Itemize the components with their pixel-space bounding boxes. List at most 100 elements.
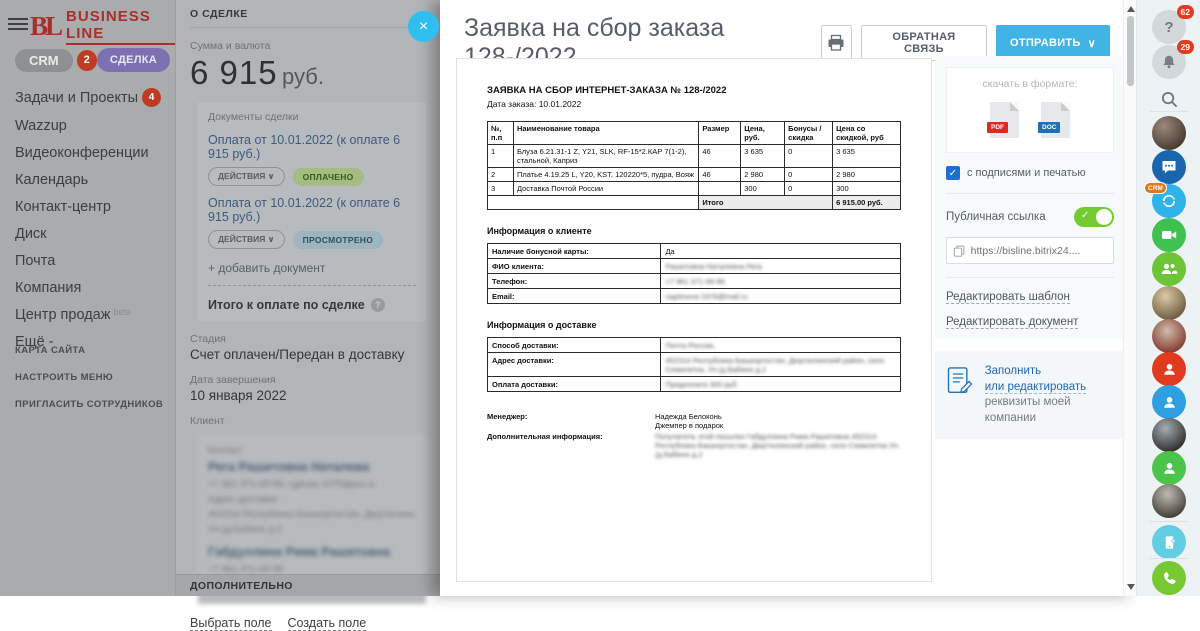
printer-icon (826, 33, 846, 53)
total-value: 6 915.00 руб. (833, 196, 901, 210)
manager-note: Джемпер в подарок (655, 421, 901, 430)
help-tooltip-icon[interactable]: ? (371, 298, 385, 312)
mobile-app-button[interactable] (1152, 525, 1186, 559)
edit-template-link[interactable]: Редактировать шаблон (946, 291, 1114, 303)
close-icon[interactable]: × (408, 11, 439, 42)
additional-section-header[interactable]: ДОПОЛНИТЕЛЬНО (176, 574, 440, 596)
chat-bubble-icon (1160, 158, 1178, 176)
checkbox-checked-icon[interactable]: ✓ (946, 166, 960, 180)
manager-name: Надежда Белоконь (655, 412, 901, 421)
chat-avatar[interactable] (1152, 116, 1186, 150)
sidebar-item-mail[interactable]: Почта (15, 253, 161, 269)
delivery-info-title: Информация о доставке (487, 320, 901, 330)
copy-icon[interactable] (953, 244, 966, 258)
scroll-up-arrow[interactable] (1127, 6, 1135, 12)
public-link-toggle[interactable]: ✓ (1074, 207, 1114, 227)
sidebar-item-contact-center[interactable]: Контакт-центр (15, 199, 161, 215)
user-chat-button[interactable] (1152, 352, 1186, 386)
slider-scrollbar[interactable] (1123, 0, 1136, 596)
crm-pill[interactable]: CRM (15, 49, 73, 72)
select-field-link[interactable]: Выбрать поле (190, 616, 272, 631)
chevron-down-icon: ∨ (1088, 37, 1096, 50)
sidebar-item-wazzup[interactable]: Wazzup (15, 118, 161, 134)
right-rail: ? 62 29 CRM (1136, 0, 1200, 596)
actions-dropdown[interactable]: ДЕЙСТВИЯ ∨ (208, 230, 285, 249)
logo-text: BUSINESS LINE (66, 8, 175, 45)
document-side-panel: скачать в формате: PDF DOC ✓ с подписями… (935, 56, 1125, 439)
deal-section-title[interactable]: О СДЕЛКЕ (190, 8, 426, 28)
sidebar-item-calendar[interactable]: Календарь (15, 172, 161, 188)
video-call-button[interactable] (1152, 218, 1186, 252)
sitemap-link[interactable]: КАРТА САЙТА (15, 345, 163, 356)
user-chat-button[interactable] (1152, 385, 1186, 419)
two-people-icon (1160, 260, 1178, 278)
print-button[interactable] (821, 25, 852, 61)
manager-block: Менеджер: Надежда Белоконь Джемпер в под… (487, 412, 901, 459)
add-document-link[interactable]: + добавить документ (208, 261, 416, 275)
invite-employees-link[interactable]: ПРИГЛАСИТЬ СОТРУДНИКОВ (15, 399, 163, 410)
sidebar-item-disk[interactable]: Диск (15, 226, 161, 242)
notifications-button[interactable]: 29 (1152, 45, 1186, 79)
configure-menu-link[interactable]: НАСТРОИТЬ МЕНЮ (15, 372, 163, 383)
logo[interactable]: BL BUSINESS LINE (30, 8, 175, 45)
table-row: 2Платье 4.19.25 L, Y20, KST, 120220*5, п… (488, 168, 901, 182)
chat-avatar[interactable] (1152, 319, 1186, 353)
chat-avatar[interactable] (1152, 484, 1186, 518)
crm-chat-button[interactable]: CRM (1152, 184, 1186, 218)
mobile-device-icon (1161, 534, 1178, 551)
help-button[interactable]: ? 62 (1152, 10, 1186, 44)
deal-sum-currency: руб. (282, 64, 324, 89)
left-sidebar: BL BUSINESS LINE CRM 2 СДЕЛКА Задачи и П… (0, 0, 175, 596)
edit-requisites-link[interactable]: или редактировать (985, 381, 1086, 394)
stage-value[interactable]: Счет оплачен/Передан в доставку (190, 347, 426, 362)
payment-document-link[interactable]: Оплата от 10.01.2022 (к оплате 6 915 руб… (208, 196, 416, 224)
video-camera-icon (1160, 226, 1178, 244)
chat-avatar[interactable] (1152, 418, 1186, 452)
payment-document-link[interactable]: Оплата от 10.01.2022 (к оплате 6 915 руб… (208, 133, 416, 161)
chat-avatar[interactable] (1152, 286, 1186, 320)
crm-mini-badge: CRM (1144, 182, 1167, 194)
document-preview[interactable]: ЗАЯВКА НА СБОР ИНТЕРНЕТ-ЗАКАЗА № 128-/20… (456, 58, 932, 582)
end-date-value[interactable]: 10 января 2022 (190, 388, 426, 403)
table-row: 1Блуза 6.21.31-1 Z, Y21, SLK, RF-15*2.КА… (488, 145, 901, 168)
fill-requisites-link[interactable]: Заполнить (985, 365, 1041, 377)
requisites-text: реквизиты моей компании (985, 396, 1071, 424)
scrollbar-thumb[interactable] (1127, 16, 1134, 86)
user-chat-button[interactable] (1152, 451, 1186, 485)
stamps-checkbox-row[interactable]: ✓ с подписями и печатью (946, 166, 1114, 180)
sidebar-item-company[interactable]: Компания (15, 280, 161, 296)
sidebar-item-sales-center[interactable]: Центр продажbeta (15, 307, 161, 323)
order-date: Дата заказа: 10.01.2022 (487, 99, 901, 109)
sidebar-item-tasks[interactable]: Задачи и Проекты 4 (15, 88, 161, 107)
table-total-row: Итого 6 915.00 руб. (488, 196, 901, 210)
download-pdf-button[interactable]: PDF (990, 102, 1019, 138)
employees-button[interactable] (1152, 252, 1186, 286)
company-requisites-card: Заполнить или редактировать реквизиты мо… (935, 351, 1125, 439)
help-badge: 62 (1177, 5, 1194, 19)
actions-dropdown[interactable]: ДЕЙСТВИЯ ∨ (208, 167, 285, 186)
download-label: скачать в формате: (953, 78, 1107, 90)
delivery-info-table: Способ доставки:Почта России, Адрес дост… (487, 337, 901, 392)
create-field-link[interactable]: Создать поле (288, 616, 367, 631)
edit-document-link[interactable]: Редактировать документ (946, 316, 1114, 328)
phone-icon (1161, 570, 1178, 587)
download-doc-button[interactable]: DOC (1041, 102, 1070, 138)
sidebar-item-video[interactable]: Видеоконференции (15, 145, 161, 161)
scroll-down-arrow[interactable] (1127, 584, 1135, 590)
deal-documents-card: Документы сделки Оплата от 10.01.2022 (к… (198, 102, 426, 321)
table-row: 3Доставка Почтой России 300 0300 (488, 182, 901, 196)
deal-sum-value[interactable]: 6 915 (190, 54, 278, 91)
documents-label: Документы сделки (208, 111, 416, 123)
deal-pill[interactable]: СДЕЛКА (97, 48, 170, 72)
document-heading: ЗАЯВКА НА СБОР ИНТЕРНЕТ-ЗАКАЗА № 128-/20… (487, 85, 901, 96)
public-link-field[interactable] (946, 237, 1114, 264)
public-link-input[interactable] (971, 245, 1107, 257)
telephony-button[interactable] (1152, 561, 1186, 595)
hamburger-menu-icon[interactable] (8, 18, 28, 32)
group-chat-button[interactable] (1152, 150, 1186, 184)
person-icon (1161, 394, 1178, 411)
table-header-row: №, п.пНаименование товара РазмерЦена, ру… (488, 122, 901, 145)
pdf-icon: PDF (987, 122, 1008, 133)
bell-icon (1161, 54, 1177, 70)
client-label: Клиент (190, 415, 426, 427)
